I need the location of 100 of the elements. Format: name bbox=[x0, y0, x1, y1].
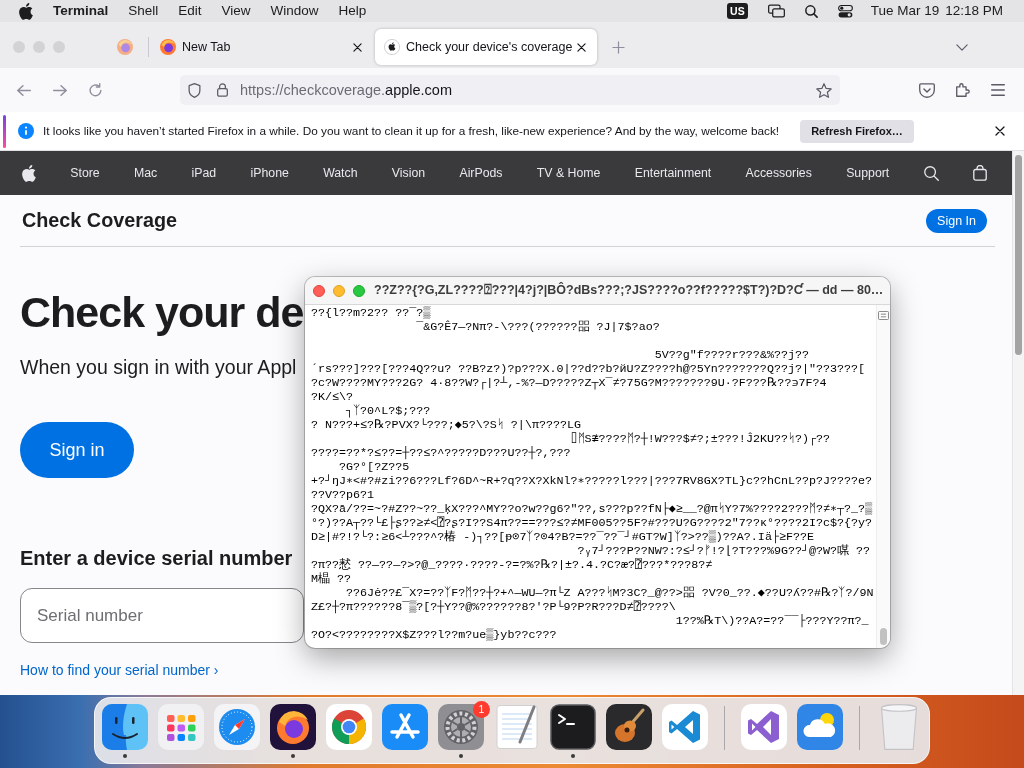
nav-link[interactable]: iPad bbox=[191, 166, 217, 180]
hero-subtitle: When you sign in with your Appl bbox=[20, 355, 297, 379]
nav-link[interactable]: Vision bbox=[391, 166, 426, 180]
scrollbar-thumb[interactable] bbox=[880, 628, 887, 645]
ribbon-icon[interactable] bbox=[662, 704, 708, 750]
terminal-line: D≥|#?!?└?:≥6<┴???^?椿 -)┐??[ᵽ⊙7ᛉ?⊙4?B?=??¯??¯┘#GT?W]ᛉ?>??▒)??A?.Iä├≥F??E bbox=[311, 530, 814, 544]
shield-icon[interactable] bbox=[188, 82, 201, 98]
terminal-line: ??V??p6?1 bbox=[311, 488, 375, 502]
terminal-line: M橸 ?? bbox=[311, 572, 352, 586]
url-text: https://checkcoverage.apple.com bbox=[240, 82, 452, 98]
menu-item[interactable]: View bbox=[221, 3, 251, 19]
terminal-line: 1??%℞T\)??A?=??¯¯├???Y??π?_ bbox=[675, 614, 869, 628]
terminal-line: ¯&G?Ê7—?Nπ?-\???(??????㗊 ?J|7$?ao? bbox=[416, 320, 660, 334]
nav-link[interactable]: Entertainment bbox=[634, 166, 712, 180]
terminal-line: ?ᵧ7┘???P??NW?:?≤┘?ᚠ!?⌊?T???%9G??┘@?W?㖼 ?? bbox=[577, 544, 871, 558]
gear-icon[interactable] bbox=[438, 704, 484, 750]
terminal-line: Z£?┼?π??????8¯▒?[?┼Y??@%??????8?'?P└9?P?R???D≠⍰????\ bbox=[311, 600, 676, 614]
face-icon[interactable] bbox=[102, 704, 148, 750]
screens-icon[interactable] bbox=[767, 4, 785, 18]
close-icon[interactable] bbox=[995, 126, 1005, 136]
arrow-left-icon[interactable] bbox=[17, 84, 31, 96]
close-icon[interactable] bbox=[353, 42, 362, 52]
scrollbar-thumb[interactable] bbox=[1015, 155, 1022, 355]
reload-icon[interactable] bbox=[89, 83, 102, 97]
menu-item[interactable]: Shell bbox=[128, 3, 159, 19]
nav-link[interactable]: AirPods bbox=[459, 166, 503, 180]
guitar-icon[interactable] bbox=[606, 704, 652, 750]
browser-tab[interactable]: New Tab bbox=[151, 29, 373, 65]
terminal-line: 5V??g"f????r???&%??j?? bbox=[654, 348, 809, 362]
section-heading: Enter a device serial number bbox=[20, 546, 293, 570]
terminal-icon[interactable] bbox=[550, 704, 596, 750]
apple-icon[interactable] bbox=[22, 164, 36, 182]
notepad-pen-icon[interactable] bbox=[494, 704, 540, 750]
puzzle-icon[interactable] bbox=[956, 83, 970, 97]
bag-icon[interactable] bbox=[972, 165, 987, 181]
menu-bar-date[interactable]: Tue Mar 19 bbox=[870, 3, 940, 19]
nav-link[interactable]: Watch bbox=[323, 166, 358, 180]
info-icon bbox=[18, 123, 34, 139]
close-button[interactable] bbox=[313, 284, 325, 297]
search-icon[interactable] bbox=[804, 4, 818, 18]
terminal-line: ??6Jė??£¯X?=??ᛉF?ᛗ??┼?+^—WU—?π└Z A???ᛋM?3C?_@??>㗊 ?V?0_??.◆??U?ʎ??#℞?ᛉ?/9N bbox=[346, 586, 874, 600]
flame-globe-icon bbox=[117, 39, 133, 55]
notification-message: It looks like you haven’t started Firefox in a while. Do you want to clean it up for a fresh, like-new experience? And by the way, welcome back! bbox=[43, 124, 780, 138]
apple-icon bbox=[384, 39, 400, 55]
menu-item[interactable]: Help bbox=[338, 3, 367, 19]
app-grid-icon[interactable] bbox=[158, 704, 204, 750]
lock-icon[interactable] bbox=[217, 83, 228, 97]
terminal-line: ´rs???]???[???4Q??u? ??B?z?)?p???X.0|??d??b?йU?Z????h@?5Yn???????Q??j?|"??3???[ bbox=[311, 362, 866, 376]
sign-in-button[interactable]: Sign In bbox=[926, 208, 987, 233]
browser-tab[interactable]: Check your device's coverage bbox=[375, 29, 597, 65]
terminal-line: ┐ᛉ?0^L?$;??? bbox=[346, 404, 431, 418]
hero-heading: Check your de bbox=[20, 289, 304, 336]
chevron-down-icon[interactable] bbox=[956, 43, 968, 51]
nav-link[interactable]: Store bbox=[70, 166, 100, 180]
toggles-icon[interactable] bbox=[837, 4, 853, 18]
marks-icon[interactable] bbox=[878, 311, 889, 320]
serial-number-field[interactable]: Serial number bbox=[20, 588, 304, 643]
sign-in-button[interactable]: Sign in bbox=[20, 422, 134, 478]
menu-icon[interactable] bbox=[991, 84, 1005, 96]
flame-globe-icon[interactable] bbox=[270, 704, 316, 750]
terminal-line: ??{l??m?2?? ??¯?▒ bbox=[311, 306, 431, 320]
pocket-icon[interactable] bbox=[919, 82, 935, 98]
arrow-right-icon[interactable] bbox=[53, 84, 67, 96]
notification-badge: 1 bbox=[473, 701, 490, 718]
input-source-badge[interactable]: US bbox=[727, 3, 748, 19]
nav-link[interactable]: iPhone bbox=[250, 166, 289, 180]
window-title: ??Z??{?G,ZL????⍰???|4?j?|BÔ?dBs???;?JS????o??f?????$T?)?D?Ƈ — dd — 80… bbox=[374, 283, 884, 298]
terminal-line: ?c?W????MY???2G? 4·8??W?┌|?┴,-%?—D?????Z┬X¯≠?75G?M???????9U·?F???℞??϶7F?4 bbox=[311, 376, 827, 390]
app-menu[interactable]: Terminal bbox=[53, 3, 109, 19]
help-link[interactable]: How to find your serial number › bbox=[20, 661, 219, 679]
folded-ribbon-icon[interactable] bbox=[741, 704, 787, 750]
close-icon[interactable] bbox=[577, 42, 586, 52]
zoom-button[interactable] bbox=[353, 284, 365, 297]
terminal-line: ⌷ᛗS≇????ᛗ?┼!W???$≠?;±???!Ĵ2KU??ᛋ?)┌?? bbox=[570, 432, 831, 446]
terminal-line: °?)??A┬??└£├ʂ??≥≠<⍰?ʂ?I??S4π??==???≤?≠MF005??5F?#???U?G????2"7??κ°????2I?c$?{?y? bbox=[311, 516, 873, 530]
nav-link[interactable]: Support bbox=[846, 166, 890, 180]
terminal-line: ?π??慭 ??—??—?>?@_????·????-?=?%?℞?|±?.4.?C?æ?⍰???*???8?≠ bbox=[311, 558, 713, 572]
a-shape-icon[interactable] bbox=[382, 704, 428, 750]
menu-item[interactable]: Window bbox=[270, 3, 319, 19]
apple-icon[interactable] bbox=[19, 2, 33, 20]
accent-stripe bbox=[3, 114, 6, 148]
terminal-line: ?QX?ā/??=~?#Z??~??_ķX???^MY??o?w??g6?"??,s???p??fN├◆≥__?@πᛋY?7%????2???ᛗ?≠∗┬?_?▒ bbox=[311, 502, 873, 516]
terminal-line: ?G?°[?Z??5 bbox=[339, 460, 410, 474]
address-bar[interactable]: https://checkcoverage.apple.com bbox=[180, 75, 840, 105]
terminal-line: +?┘ŋJ∗<#?#zi??6???Lf?6D^~R+?q??X?XkNl?∗?????l???|???7RV8GX?TL}c??hCnL??p?J????e? bbox=[311, 474, 873, 488]
plus-icon[interactable] bbox=[612, 40, 625, 54]
terminal-line: ? N???+≤?℞?PVX?└???;◆5?\?Sᛋ ?|\π????LG bbox=[311, 418, 581, 432]
page-title: Check Coverage bbox=[22, 209, 178, 232]
cloud-sun-icon[interactable] bbox=[797, 704, 843, 750]
nav-link[interactable]: Accessories bbox=[745, 166, 812, 180]
terminal-line: ?O?<????????X$Z???l??m?ue▒}yb??c??? bbox=[311, 628, 557, 642]
menu-bar-clock[interactable]: 12:18 PM bbox=[945, 3, 1003, 19]
star-icon[interactable] bbox=[816, 82, 832, 98]
menu-item[interactable]: Edit bbox=[178, 3, 202, 19]
terminal-line: ????=??*?≤??=┼??≤?^?????D???U??┼?,??? bbox=[311, 446, 571, 460]
nav-link[interactable]: TV & Home bbox=[536, 166, 601, 180]
search-icon[interactable] bbox=[923, 165, 939, 181]
nav-link[interactable]: Mac bbox=[134, 166, 158, 180]
compass-icon[interactable] bbox=[214, 704, 260, 750]
refresh-button[interactable]: Refresh Firefox… bbox=[800, 119, 914, 143]
